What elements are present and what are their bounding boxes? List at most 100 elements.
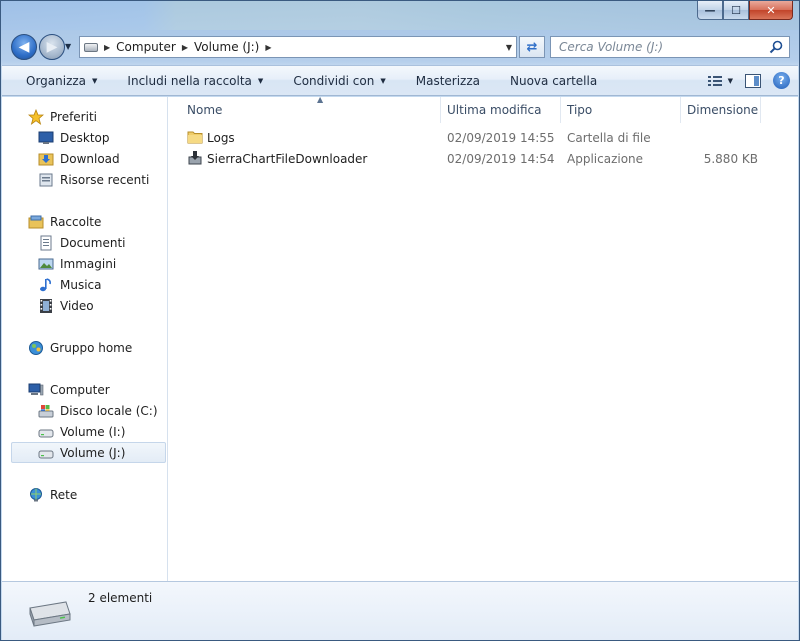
command-bar-right: ▼ ? [707, 72, 790, 89]
navigation-pane[interactable]: Preferiti Desktop Download Risorse recen… [2, 97, 168, 581]
minimize-button[interactable]: — [697, 1, 723, 20]
share-label: Condividi con [293, 73, 375, 88]
file-type: Cartella di file [567, 131, 651, 145]
drive-icon [84, 42, 98, 52]
refresh-icon: ⇄ [526, 39, 538, 55]
table-row[interactable]: Logs 02/09/2019 14:55 Cartella di file [185, 128, 785, 148]
sidebar-item-label: Musica [60, 278, 102, 292]
include-label: Includi nella raccolta [127, 73, 252, 88]
sort-ascending-icon: ▲ [317, 95, 324, 104]
sidebar-item-label: Raccolte [50, 215, 102, 229]
sidebar-item-label: Disco locale (C:) [60, 404, 158, 418]
item-count: 2 elementi [88, 591, 153, 605]
video-icon [40, 299, 52, 313]
close-button[interactable]: ✕ [749, 1, 793, 20]
organize-label: Organizza [26, 73, 87, 88]
sidebar-item-desktop[interactable]: Desktop [38, 128, 110, 148]
column-header-label: Dimensione [687, 103, 759, 117]
computer-icon [28, 383, 44, 396]
new-folder-label: Nuova cartella [510, 73, 598, 88]
sidebar-item-recent[interactable]: Risorse recenti [38, 170, 149, 190]
caret-down-icon: ▼ [257, 76, 264, 85]
table-row[interactable]: SierraChartFileDownloader 02/09/2019 14:… [185, 149, 785, 169]
file-modified: 02/09/2019 14:54 [447, 152, 555, 166]
sidebar-item-computer[interactable]: Computer [28, 380, 110, 400]
search-input[interactable]: Cerca Volume (J:) [550, 36, 790, 58]
sidebar-item-label: Download [60, 152, 120, 166]
preview-pane-icon [745, 73, 761, 88]
share-with-menu[interactable]: Condividi con ▼ [278, 74, 400, 88]
sidebar-item-download[interactable]: Download [38, 149, 120, 169]
library-icon [28, 215, 44, 229]
drive-icon [38, 429, 54, 438]
address-history-dropdown[interactable]: ▼ [506, 43, 512, 52]
caret-down-icon: ▼ [92, 76, 98, 85]
breadcrumb-computer[interactable]: Computer [116, 40, 176, 54]
explorer-window: — ☐ ✕ ◀ ▶ ▼ ▶ Computer ▶ Volume (J:) ▶ ▼… [0, 0, 800, 641]
change-view-button[interactable]: ▼ [707, 74, 733, 88]
sidebar-item-volume-i[interactable]: Volume (I:) [38, 422, 125, 442]
details-pane: 2 elementi [2, 581, 798, 640]
chevron-right-icon[interactable]: ▶ [182, 43, 188, 52]
folder-icon [187, 131, 203, 144]
organize-menu[interactable]: Organizza ▼ [2, 74, 112, 88]
search-icon[interactable] [769, 40, 783, 54]
sidebar-item-label: Preferiti [50, 110, 97, 124]
new-folder-button[interactable]: Nuova cartella [495, 74, 612, 88]
documents-icon [40, 235, 52, 251]
sidebar-item-music[interactable]: Musica [38, 275, 102, 295]
navigation-row: ◀ ▶ ▼ ▶ Computer ▶ Volume (J:) ▶ ▼ ⇄ Cer… [1, 32, 799, 62]
column-header-label: Tipo [567, 103, 593, 117]
sidebar-item-label: Risorse recenti [60, 173, 150, 187]
sidebar-item-homegroup[interactable]: Gruppo home [28, 338, 132, 358]
help-button[interactable]: ? [773, 72, 790, 89]
sidebar-item-label: Documenti [60, 236, 126, 250]
forward-button[interactable]: ▶ [39, 34, 65, 60]
sidebar-item-disk-c[interactable]: Disco locale (C:) [38, 401, 158, 421]
sidebar-item-libraries[interactable]: Raccolte [28, 212, 101, 232]
preview-pane-button[interactable] [745, 73, 761, 88]
sidebar-item-documents[interactable]: Documenti [38, 233, 126, 253]
recent-places-icon [39, 173, 53, 187]
sidebar-item-video[interactable]: Video [38, 296, 94, 316]
homegroup-icon [29, 341, 43, 355]
pictures-icon [38, 258, 54, 270]
sidebar-item-label: Volume (J:) [60, 445, 126, 460]
sidebar-item-pictures[interactable]: Immagini [38, 254, 116, 274]
file-list[interactable]: Nome ▲ Ultima modifica Tipo Dimensione L… [169, 95, 798, 581]
caption-buttons: — ☐ ✕ [697, 1, 793, 21]
sidebar-item-label: Computer [50, 383, 110, 397]
column-header-label: Ultima modifica [447, 103, 542, 117]
back-button[interactable]: ◀ [11, 34, 37, 60]
system-drive-icon [38, 405, 54, 418]
download-folder-icon [38, 153, 54, 166]
address-bar[interactable]: ▶ Computer ▶ Volume (J:) ▶ ▼ [79, 36, 517, 58]
sidebar-item-volume-j[interactable]: Volume (J:) [11, 442, 166, 463]
search-placeholder: Cerca Volume (J:) [559, 40, 664, 54]
sidebar-item-label: Immagini [60, 257, 117, 271]
sidebar-item-favorites[interactable]: Preferiti [28, 107, 97, 127]
sidebar-item-label: Gruppo home [50, 341, 133, 355]
refresh-button[interactable]: ⇄ [519, 36, 545, 58]
file-name: SierraChartFileDownloader [207, 152, 368, 166]
maximize-button[interactable]: ☐ [723, 1, 749, 20]
sidebar-item-network[interactable]: Rete [28, 485, 77, 505]
include-in-library-menu[interactable]: Includi nella raccolta ▼ [112, 74, 278, 88]
column-header-size[interactable]: Dimensione [681, 97, 761, 123]
chevron-right-icon[interactable]: ▶ [104, 43, 110, 52]
main-area: Preferiti Desktop Download Risorse recen… [2, 95, 798, 581]
file-type: Applicazione [567, 152, 644, 166]
burn-button[interactable]: Masterizza [401, 74, 495, 88]
burn-label: Masterizza [415, 73, 480, 88]
sidebar-item-label: Video [60, 299, 94, 313]
network-icon [30, 488, 42, 502]
recent-pages-dropdown[interactable]: ▼ [65, 42, 71, 51]
file-name: Logs [207, 131, 235, 145]
desktop-icon [38, 131, 54, 144]
chevron-right-icon[interactable]: ▶ [265, 43, 271, 52]
breadcrumb-volume-j[interactable]: Volume (J:) [194, 40, 259, 54]
column-header-name[interactable]: Nome ▲ [181, 95, 441, 123]
column-header-type[interactable]: Tipo [561, 97, 681, 123]
command-bar: Organizza ▼ Includi nella raccolta ▼ Con… [2, 65, 798, 96]
column-header-modified[interactable]: Ultima modifica [441, 97, 561, 123]
